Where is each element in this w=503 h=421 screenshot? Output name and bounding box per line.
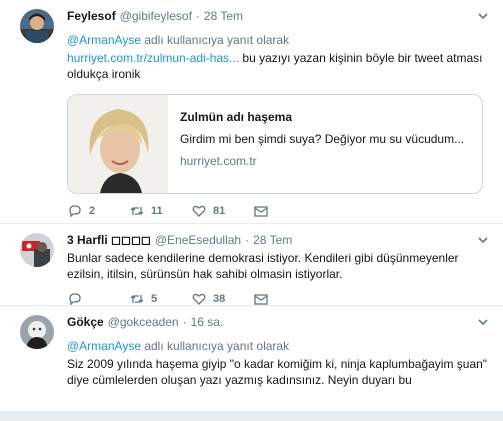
retweet-count: 11 [151,205,163,217]
direct-message-icon [254,294,268,305]
like-button[interactable]: 81 [191,203,253,219]
retweet-icon [130,207,144,215]
separator-dot: · [182,315,187,329]
username[interactable]: @EneEsedullah [155,232,241,248]
reply-button[interactable] [67,291,129,307]
reply-context: @ArmanAyse adlı kullanıcıya yanıt olarak [67,32,493,48]
avatar[interactable] [20,315,54,349]
fullname[interactable]: Gökçe [67,314,104,330]
caret-down-icon[interactable] [475,8,491,24]
reply-context: @ArmanAyse adlı kullanıcıya yanıt olarak [67,338,493,354]
caret-down-icon[interactable] [475,232,491,248]
avatar[interactable] [20,9,54,43]
link-card[interactable]: Zulmün adı haşema Girdim mi ben şimdi su… [67,94,483,194]
timeline: Feylesof @gibifeylesof · 28 Tem @ArmanAy… [0,0,503,412]
tweet-actions: 2 11 81 [67,202,493,220]
card-title: Zulmün adı haşema [180,110,293,124]
reply-icon [69,293,81,306]
timestamp[interactable]: 28 Tem [253,232,292,248]
fullname[interactable]: 3 Harfli ◻◻◻◻ [67,232,151,248]
like-icon [192,293,206,305]
tweet-text: Bunlar sadece kendilerine demokrasi isti… [67,251,459,281]
separator-dot: · [245,233,250,247]
like-button[interactable]: 38 [191,291,253,307]
direct-message-button[interactable] [253,291,315,307]
reply-context-text: adlı kullanıcıya yanıt olarak [141,339,290,353]
timestamp[interactable]: 28 Tem [204,8,243,24]
reply-icon [69,205,81,218]
retweet-icon [130,295,144,303]
mention-link[interactable]: @ArmanAyse [67,33,141,47]
username[interactable]: @gibifeylesof [120,8,192,24]
username[interactable]: @gokceaden [108,314,179,330]
url-link[interactable]: hurriyet.com.tr/zulmun-adi-has... [67,51,239,65]
tweet-header: 3 Harfli ◻◻◻◻ @EneEsedullah · 28 Tem [67,232,493,248]
like-count: 81 [213,205,226,217]
avatar[interactable] [20,233,54,267]
timestamp[interactable]: 16 sa. [191,314,224,330]
caret-down-icon[interactable] [475,314,491,330]
card-body: Zulmün adı haşema Girdim mi ben şimdi su… [168,95,476,193]
separator-dot: · [195,9,200,23]
retweet-button[interactable]: 5 [129,291,191,307]
tweet[interactable]: Gökçe @gokceaden · 16 sa. @ArmanAyse adl… [0,306,503,411]
reply-context-text: adlı kullanıcıya yanıt olarak [141,33,290,47]
reply-count: 2 [89,205,96,217]
card-domain: hurriyet.com.tr [180,154,257,168]
mention-link[interactable]: @ArmanAyse [67,339,141,353]
tweet-header: Gökçe @gokceaden · 16 sa. [67,314,493,330]
retweet-button[interactable]: 11 [129,203,191,219]
direct-message-icon [254,206,268,217]
tweet-text: hurriyet.com.tr/zulmun-adi-has... bu yaz… [67,50,493,82]
fullname[interactable]: Feylesof [67,8,116,24]
like-icon [192,205,206,217]
card-image [68,95,168,193]
card-description: Girdim mi ben şimdi suya? Değiyor mu su … [180,132,465,146]
direct-message-button[interactable] [253,203,315,219]
tweet-text: Siz 2009 yılında haşema giyip "o kadar k… [67,357,488,387]
tweet[interactable]: 3 Harfli ◻◻◻◻ @EneEsedullah · 28 Tem Bun… [0,224,503,306]
like-count: 38 [213,293,226,305]
tweet-header: Feylesof @gibifeylesof · 28 Tem [67,8,493,24]
retweet-count: 5 [151,293,158,305]
tweet[interactable]: Feylesof @gibifeylesof · 28 Tem @ArmanAy… [0,0,503,224]
reply-button[interactable]: 2 [67,203,129,219]
